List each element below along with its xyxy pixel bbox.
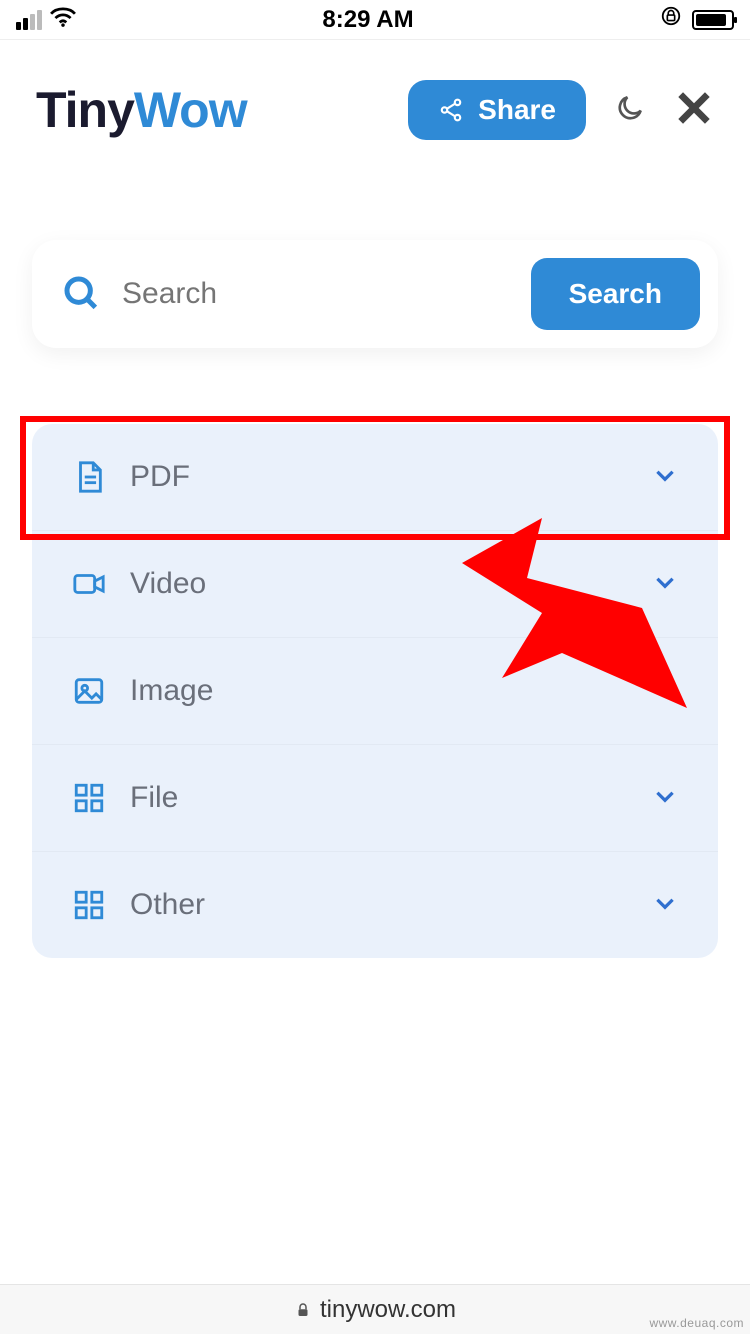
category-row-video[interactable]: Video: [32, 531, 718, 638]
search-bar: Search: [32, 240, 718, 348]
battery-icon: [692, 10, 734, 30]
header-actions: Share: [408, 80, 714, 140]
rotation-lock-icon: [660, 5, 682, 34]
file-icon: [72, 460, 106, 494]
status-bar: 8:29 AM: [0, 0, 750, 40]
category-row-pdf[interactable]: PDF: [32, 424, 718, 531]
close-button[interactable]: [674, 88, 714, 133]
grid-icon: [72, 781, 106, 815]
logo-part1: Tiny: [36, 82, 134, 138]
category-label: Image: [130, 674, 213, 708]
status-time: 8:29 AM: [322, 6, 413, 34]
chevron-down-icon: [652, 783, 678, 814]
browser-address-bar[interactable]: tinywow.com: [0, 1284, 750, 1334]
category-row-file[interactable]: File: [32, 745, 718, 852]
chevron-down-icon: [652, 462, 678, 493]
image-icon: [72, 674, 106, 708]
share-label: Share: [478, 94, 556, 126]
search-input[interactable]: [122, 277, 511, 311]
category-label: File: [130, 781, 178, 815]
chevron-down-icon: [652, 676, 678, 707]
app-header: TinyWow Share: [0, 40, 750, 160]
logo[interactable]: TinyWow: [36, 81, 247, 139]
category-row-image[interactable]: Image: [32, 638, 718, 745]
status-right: [660, 5, 734, 34]
grid-icon: [72, 888, 106, 922]
video-icon: [72, 567, 106, 601]
category-label: Video: [130, 567, 206, 601]
lock-icon: [294, 1301, 312, 1319]
watermark: www.deuaq.com: [649, 1316, 744, 1330]
search-icon: [62, 274, 102, 314]
browser-domain: tinywow.com: [320, 1296, 456, 1324]
category-row-other[interactable]: Other: [32, 852, 718, 958]
dark-mode-button[interactable]: [614, 92, 646, 129]
category-list: PDF Video Image File Other: [32, 424, 718, 958]
wifi-icon: [50, 6, 76, 34]
search-button[interactable]: Search: [531, 258, 700, 330]
share-icon: [438, 97, 464, 123]
status-left: [16, 6, 76, 34]
share-button[interactable]: Share: [408, 80, 586, 140]
logo-part2: Wow: [134, 82, 247, 138]
chevron-down-icon: [652, 569, 678, 600]
chevron-down-icon: [652, 890, 678, 921]
cellular-signal-icon: [16, 10, 42, 30]
category-label: Other: [130, 888, 205, 922]
category-label: PDF: [130, 460, 190, 494]
